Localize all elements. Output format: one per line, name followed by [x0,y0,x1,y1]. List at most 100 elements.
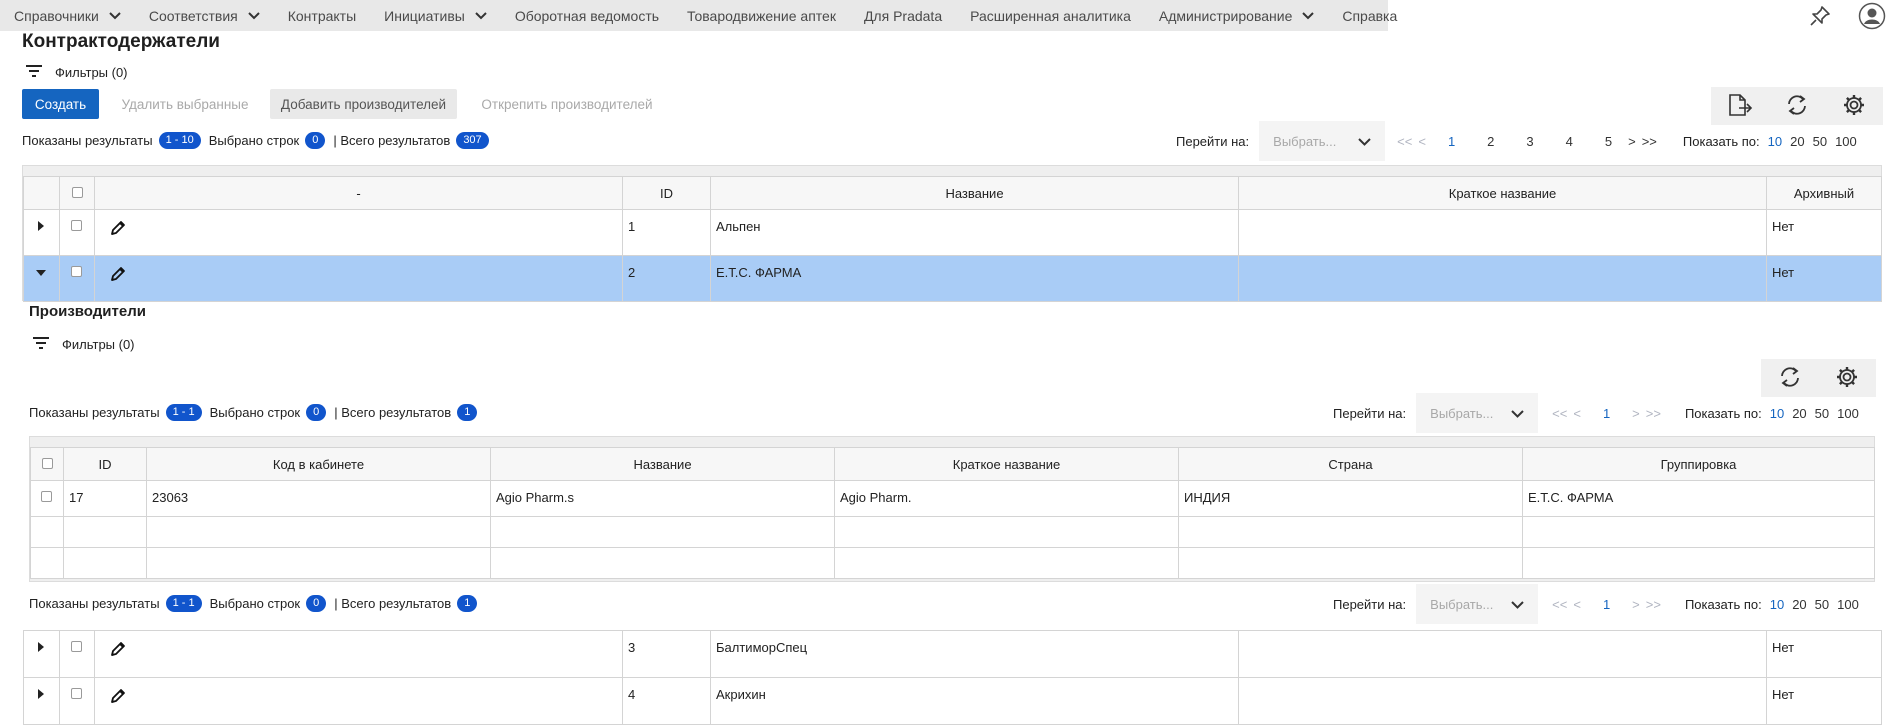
column-header-archived[interactable]: Архивный [1766,176,1882,210]
first-page-button[interactable]: << [1552,597,1567,612]
column-header-country[interactable]: Страна [1178,447,1523,481]
expand-column-header [23,176,60,210]
settings-button[interactable] [1825,87,1883,125]
next-page-button[interactable]: > [1632,406,1640,421]
page-2-button[interactable]: 2 [1487,134,1494,149]
first-page-button[interactable]: << [1397,134,1412,149]
nav-item-analytics[interactable]: Расширенная аналитика [956,0,1145,31]
nav-item-oborotnaya[interactable]: Оборотная ведомость [501,0,673,31]
row-checkbox[interactable] [71,266,82,277]
table-row[interactable]: 17 23063 Agio Pharm.s Agio Pharm. ИНДИЯ … [30,480,1875,517]
pin-icon[interactable] [1806,2,1834,30]
prev-page-button[interactable]: < [1418,134,1426,149]
subpanel-refresh-button[interactable] [1761,359,1819,397]
next-page-button[interactable]: > [1628,134,1636,149]
row-checkbox[interactable] [71,688,82,699]
page-size-50[interactable]: 50 [1813,134,1827,149]
page-size-50[interactable]: 50 [1815,406,1829,421]
page-title: Контрактодержатели [22,31,220,52]
detach-manufacturers-button[interactable]: Открепить производителей [470,89,664,119]
expand-toggle[interactable] [23,630,60,678]
last-page-button[interactable]: >> [1642,134,1657,149]
select-all-checkbox[interactable] [71,186,83,198]
add-manufacturers-button[interactable]: Добавить производителей [270,89,457,119]
nav-item-spravochniki[interactable]: Справочники [0,0,135,31]
select-all-checkbox[interactable] [41,457,53,469]
column-header-id[interactable]: ID [622,176,711,210]
row-checkbox[interactable] [71,641,82,652]
page-1-button[interactable]: 1 [1603,597,1610,612]
pencil-icon[interactable] [109,267,127,286]
filters-toggle[interactable]: Фильтры (0) [25,64,128,81]
page-1-button[interactable]: 1 [1603,406,1610,421]
page-size-10[interactable]: 10 [1770,406,1784,421]
table-row[interactable]: 1 Альпен Нет [23,209,1882,256]
row-checkbox[interactable] [71,220,82,231]
column-header-name[interactable]: Название [710,176,1239,210]
last-page-button[interactable]: >> [1646,406,1661,421]
expand-toggle[interactable] [23,209,60,256]
page-1-button[interactable]: 1 [1448,134,1455,149]
page-4-button[interactable]: 4 [1566,134,1573,149]
nav-item-admin[interactable]: Администрирование [1145,0,1329,31]
column-header-actions[interactable]: - [94,176,623,210]
page-size-20[interactable]: 20 [1790,134,1804,149]
page-size-20[interactable]: 20 [1792,597,1806,612]
nav-item-help[interactable]: Справка [1328,0,1411,31]
goto-page-select[interactable]: Выбрать... [1416,393,1539,433]
prev-page-button[interactable]: < [1573,597,1581,612]
row-actions-cell [94,255,623,302]
page-size-20[interactable]: 20 [1792,406,1806,421]
page-size-100[interactable]: 100 [1837,597,1859,612]
page-size-10[interactable]: 10 [1768,134,1782,149]
column-header-cabinet-code[interactable]: Код в кабинете [146,447,491,481]
goto-label: Перейти на: [1333,405,1407,421]
pencil-icon[interactable] [109,642,127,661]
column-header-short-name[interactable]: Краткое название [1238,176,1767,210]
nav-item-pradata[interactable]: Для Pradata [850,0,956,31]
export-button[interactable] [1711,87,1769,125]
page-size-50[interactable]: 50 [1815,597,1829,612]
row-id: 4 [622,677,711,725]
page-size-label: Показать по: [1684,405,1762,421]
subpanel-settings-button[interactable] [1818,359,1876,397]
refresh-button[interactable] [1768,87,1826,125]
first-page-button[interactable]: << [1552,406,1567,421]
results-shown-badge: 1 - 1 [165,595,202,612]
subpanel-pagination-bottom: Перейти на: Выбрать... << < 1 > >> Показ… [1333,584,1859,624]
create-button[interactable]: Создать [22,89,99,119]
prev-page-button[interactable]: < [1573,406,1581,421]
column-header-name[interactable]: Название [490,447,835,481]
page-size-10[interactable]: 10 [1770,597,1784,612]
table-row-selected[interactable]: 2 Е.Т.С. ФАРМА Нет [23,255,1882,302]
row-id: 17 [63,480,147,517]
column-header-id[interactable]: ID [63,447,147,481]
page-5-button[interactable]: 5 [1605,134,1612,149]
last-page-button[interactable]: >> [1646,597,1661,612]
filter-icon [25,64,45,81]
row-checkbox[interactable] [41,491,52,502]
nav-item-kontrakty[interactable]: Контракты [274,0,370,31]
page-size-100[interactable]: 100 [1835,134,1857,149]
subpanel-filters-toggle[interactable]: Фильтры (0) [32,336,135,353]
next-page-button[interactable]: > [1632,597,1640,612]
goto-page-select[interactable]: Выбрать... [1416,584,1539,624]
pencil-icon[interactable] [109,221,127,240]
row-select-cell [59,677,95,725]
page-3-button[interactable]: 3 [1526,134,1533,149]
goto-page-select[interactable]: Выбрать... [1259,121,1386,161]
user-avatar-icon[interactable] [1856,2,1888,30]
column-header-grouping[interactable]: Группировка [1522,447,1875,481]
delete-selected-button[interactable]: Удалить выбранные [108,89,262,119]
nav-item-initsiativy[interactable]: Инициативы [370,0,501,31]
nav-item-sootvetstviya[interactable]: Соответствия [135,0,274,31]
column-header-short-name[interactable]: Краткое название [834,447,1179,481]
expand-toggle[interactable] [23,677,60,725]
table-row[interactable]: 3 БалтиморСпец Нет [23,630,1882,678]
table-row[interactable]: 4 Акрихин Нет [23,677,1882,725]
caret-right-icon [37,219,45,234]
page-size-100[interactable]: 100 [1837,406,1859,421]
pencil-icon[interactable] [109,689,127,708]
expand-toggle[interactable] [23,255,60,302]
nav-item-tovarodvizhenie[interactable]: Товародвижение аптек [673,0,850,31]
